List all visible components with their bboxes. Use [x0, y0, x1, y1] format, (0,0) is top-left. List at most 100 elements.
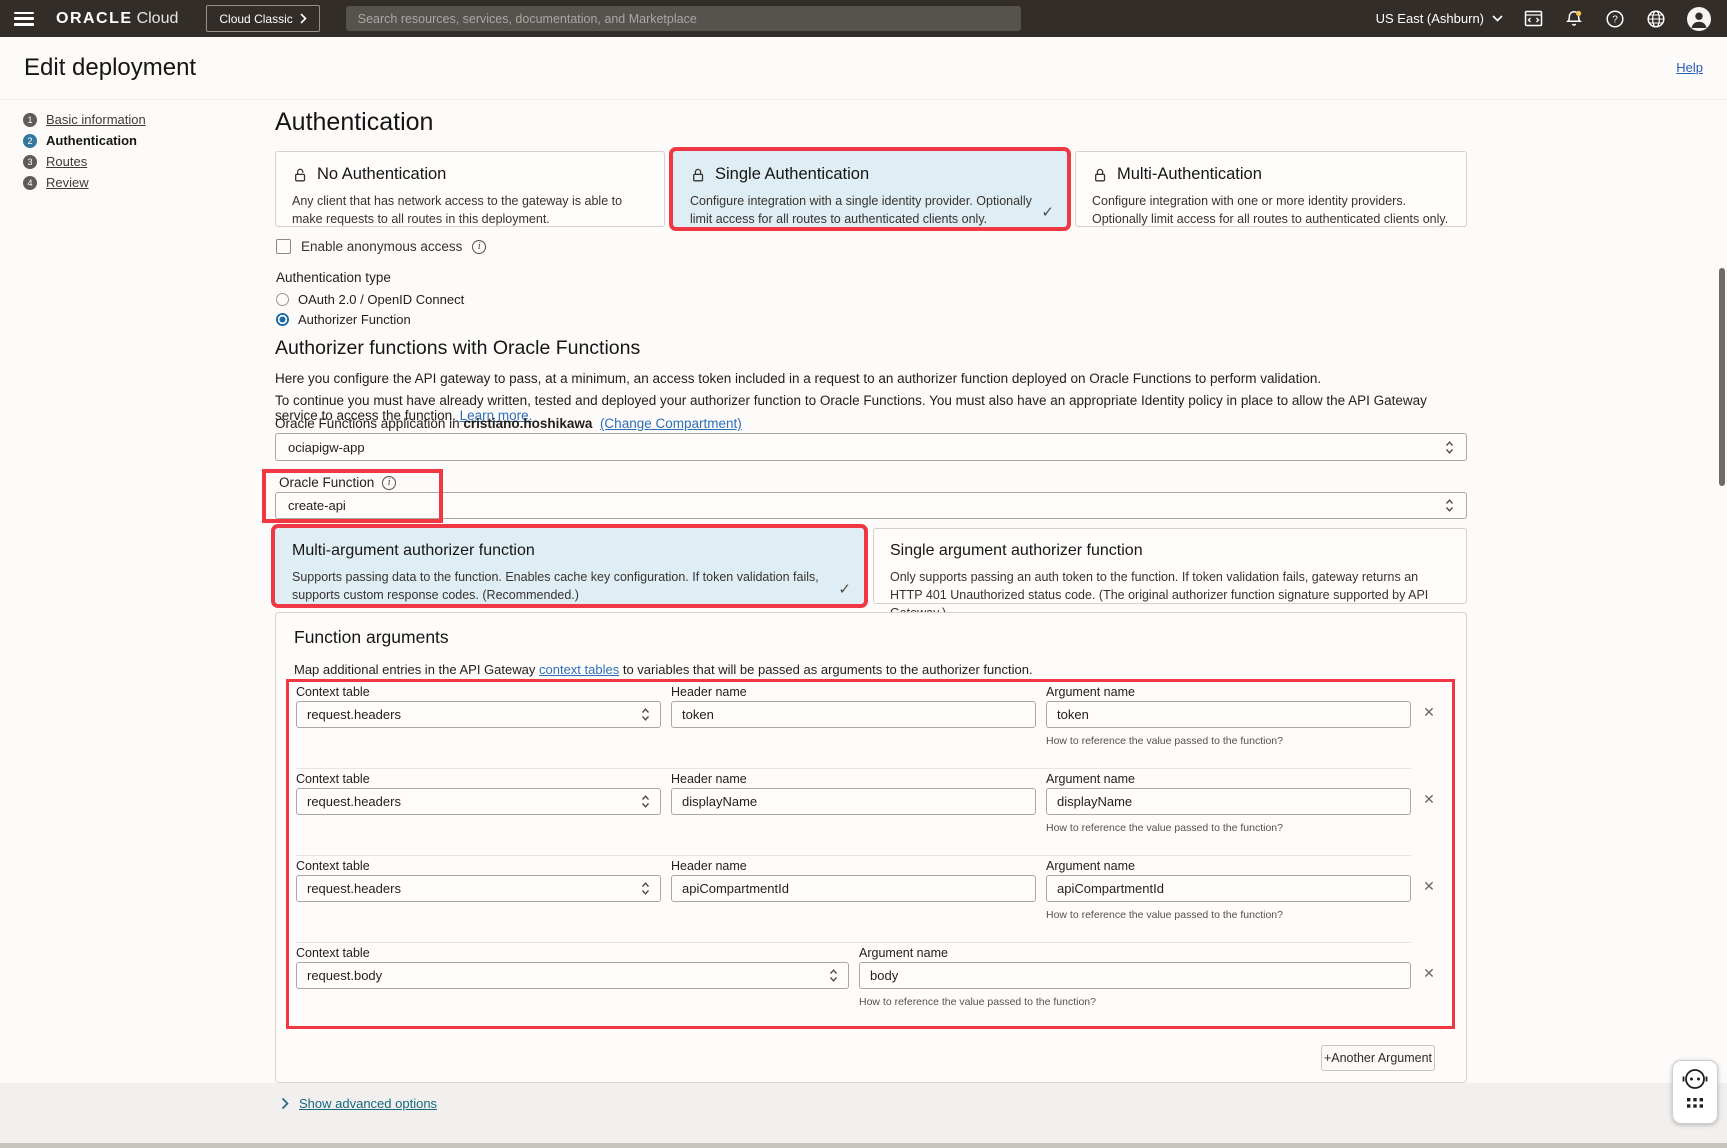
header-name-input[interactable]	[671, 788, 1036, 815]
topbar-right-cluster: US East (Ashburn) ?	[1376, 7, 1727, 31]
scrollbar-thumb[interactable]	[1719, 268, 1725, 486]
context-tables-link[interactable]: context tables	[539, 662, 619, 677]
context-table-select[interactable]: request.headers	[296, 875, 661, 902]
functions-application-label: Oracle Functions application in cristian…	[275, 416, 742, 431]
header-name-label: Header name	[671, 685, 747, 699]
oracle-function-select[interactable]: create-api	[275, 492, 1467, 519]
region-selector[interactable]: US East (Ashburn)	[1376, 11, 1503, 26]
cloud-classic-label: Cloud Classic	[219, 12, 292, 26]
enable-anonymous-access-checkbox[interactable]	[276, 239, 291, 254]
step-routes[interactable]: 3 Routes	[23, 151, 146, 172]
header-name-input[interactable]	[671, 875, 1036, 902]
page-title: Edit deployment	[24, 54, 196, 82]
step-review[interactable]: 4 Review	[23, 172, 146, 193]
remove-row-close-icon[interactable]: ✕	[1419, 789, 1439, 809]
label-prefix: Oracle Functions application in	[275, 416, 460, 431]
region-label: US East (Ashburn)	[1376, 11, 1484, 26]
notifications-bell-icon[interactable]	[1564, 9, 1584, 29]
advanced-options-toggle[interactable]: Show advanced options	[281, 1096, 437, 1111]
brand-cloud: Cloud	[137, 10, 179, 27]
argument-name-input[interactable]	[1046, 701, 1411, 728]
card-title: Single Authentication	[715, 165, 869, 184]
argument-name-label: Argument name	[1046, 772, 1135, 786]
select-value: request.headers	[307, 881, 401, 896]
radio-selected-icon	[276, 313, 289, 326]
brand-oracle: ORACLE	[56, 10, 133, 27]
card-single-authentication[interactable]: Single Authentication Configure integrat…	[673, 151, 1067, 227]
step-number-badge: 3	[23, 155, 37, 169]
card-title: No Authentication	[317, 165, 446, 184]
help-link[interactable]: Help	[1676, 60, 1703, 75]
step-number-badge: 4	[23, 176, 37, 190]
header-name-input[interactable]	[671, 701, 1036, 728]
step-authentication[interactable]: 2 Authentication	[23, 130, 146, 151]
oracle-cloud-logo[interactable]: ORACLECloud	[56, 10, 178, 28]
select-value: create-api	[288, 498, 346, 513]
authentication-type-label: Authentication type	[276, 270, 391, 285]
compartment-name: cristiano.hoshikawa	[463, 416, 592, 431]
anonymous-access-row: Enable anonymous access i	[276, 239, 486, 254]
context-table-select[interactable]: request.headers	[296, 701, 661, 728]
assistant-launcher-widget[interactable]	[1672, 1060, 1718, 1124]
authentication-heading: Authentication	[275, 108, 433, 137]
context-table-select[interactable]: request.body	[296, 962, 849, 989]
lock-closed-icon	[1092, 167, 1108, 183]
row-divider	[296, 768, 1411, 769]
intro-prefix: Map additional entries in the API Gatewa…	[294, 662, 535, 677]
authorizer-functions-heading: Authorizer functions with Oracle Functio…	[275, 337, 640, 360]
authorizer-function-radio-option[interactable]: Authorizer Function	[276, 312, 411, 327]
argument-helper-text: How to reference the value passed to the…	[1046, 822, 1283, 834]
context-table-label: Context table	[296, 685, 370, 699]
header-name-label: Header name	[671, 772, 747, 786]
select-value: request.headers	[307, 707, 401, 722]
topbar: ORACLECloud Cloud Classic US East (Ashbu…	[0, 0, 1727, 37]
step-basic-information[interactable]: 1 Basic information	[23, 109, 146, 130]
select-stepper-icon	[641, 707, 650, 722]
argument-name-label: Argument name	[1046, 685, 1135, 699]
remove-row-close-icon[interactable]: ✕	[1419, 876, 1439, 896]
help-question-icon[interactable]: ?	[1605, 9, 1625, 29]
search-input[interactable]	[346, 6, 1021, 31]
remove-row-close-icon[interactable]: ✕	[1419, 702, 1439, 722]
argument-helper-text: How to reference the value passed to the…	[1046, 735, 1283, 747]
context-table-select[interactable]: request.headers	[296, 788, 661, 815]
argument-name-input[interactable]	[1046, 788, 1411, 815]
change-compartment-link[interactable]: (Change Compartment)	[600, 416, 742, 431]
wizard-steps: 1 Basic information 2 Authentication 3 R…	[23, 109, 146, 193]
info-icon[interactable]: i	[382, 476, 396, 490]
select-stepper-icon	[829, 968, 838, 983]
argument-name-input[interactable]	[1046, 875, 1411, 902]
page-header: Edit deployment Help	[0, 37, 1727, 100]
radio-unselected-icon	[276, 293, 289, 306]
hamburger-menu-icon[interactable]	[14, 12, 34, 26]
user-avatar[interactable]	[1687, 7, 1711, 31]
functions-application-select[interactable]: ociapigw-app	[275, 433, 1467, 461]
context-table-label: Context table	[296, 859, 370, 873]
card-single-argument[interactable]: Single argument authorizer function Only…	[873, 528, 1467, 604]
info-icon[interactable]: i	[472, 240, 486, 254]
remove-row-close-icon[interactable]: ✕	[1419, 963, 1439, 983]
select-stepper-icon	[1445, 498, 1454, 513]
context-table-label: Context table	[296, 772, 370, 786]
card-multi-authentication[interactable]: Multi-Authentication Configure integrati…	[1075, 151, 1467, 227]
lower-background	[0, 1083, 1727, 1143]
argument-name-label: Argument name	[859, 946, 948, 960]
function-arguments-heading: Function arguments	[294, 627, 449, 648]
card-description: Supports passing data to the function. E…	[292, 568, 847, 604]
bottom-strip	[0, 1143, 1727, 1148]
header-name-label: Header name	[671, 859, 747, 873]
main-content: Authentication No Authentication Any cli…	[275, 100, 1467, 1090]
chevron-right-icon	[300, 13, 307, 24]
language-globe-icon[interactable]	[1646, 9, 1666, 29]
add-another-argument-button[interactable]: +Another Argument	[1321, 1045, 1435, 1071]
argument-name-input[interactable]	[859, 962, 1411, 989]
card-no-authentication[interactable]: No Authentication Any client that has ne…	[275, 151, 665, 227]
label-text: Oracle Function	[279, 475, 374, 490]
oauth-radio-option[interactable]: OAuth 2.0 / OpenID Connect	[276, 292, 464, 307]
select-stepper-icon	[1445, 440, 1454, 455]
cloud-shell-icon[interactable]	[1524, 9, 1543, 28]
cloud-classic-button[interactable]: Cloud Classic	[206, 5, 319, 32]
card-multi-argument[interactable]: Multi-argument authorizer function Suppo…	[275, 528, 864, 604]
select-value: ociapigw-app	[288, 440, 365, 455]
robot-assistant-icon	[1679, 1067, 1711, 1117]
